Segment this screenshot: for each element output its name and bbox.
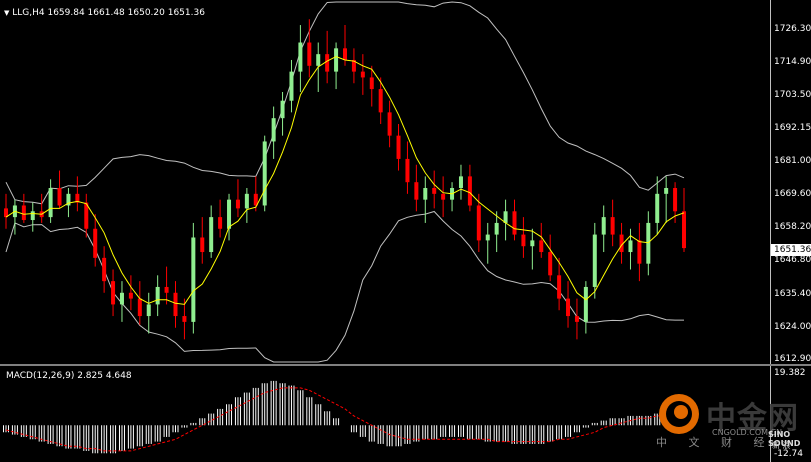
logo-icon	[659, 394, 699, 434]
candle-body	[164, 286, 169, 293]
candle-body	[378, 89, 383, 113]
price-tick-label: 1714.90	[774, 57, 811, 68]
candle-body	[111, 281, 116, 305]
price-tick-label: 1635.40	[774, 288, 811, 299]
candle-body	[628, 240, 633, 253]
price-tick-label: 1669.60	[774, 189, 811, 199]
macd-histogram	[3, 380, 687, 454]
candle-body	[316, 54, 321, 66]
price-tick-label: 1703.50	[774, 90, 811, 101]
candle-body	[583, 286, 588, 322]
candlesticks	[4, 19, 686, 340]
candle-body	[458, 176, 463, 189]
candle-body	[512, 211, 517, 235]
candle-body	[325, 54, 330, 72]
pane-separator	[0, 364, 811, 366]
macd-top-label: 19.382	[774, 368, 806, 378]
moving-average	[5, 55, 685, 305]
candle-body	[137, 298, 142, 317]
chart-window[interactable]: ▼ LLG,H4 1659.84 1661.48 1650.20 1651.36…	[0, 0, 811, 462]
candle-body	[209, 217, 214, 253]
candle-body	[467, 176, 472, 206]
candle-body	[48, 188, 53, 218]
candle-body	[119, 292, 124, 305]
candle-body	[235, 199, 240, 209]
collapse-arrow-icon[interactable]: ▼	[4, 9, 9, 17]
candle-body	[539, 240, 544, 253]
current-price-label: 1651.36	[771, 244, 811, 256]
candle-body	[432, 188, 437, 194]
candle-body	[191, 237, 196, 322]
candle-body	[637, 240, 642, 264]
price-tick-label: 1612.90	[774, 354, 811, 364]
candle-body	[128, 292, 133, 299]
candle-body	[673, 188, 678, 212]
price-tick-label: 1692.15	[774, 123, 811, 134]
candle-body	[396, 135, 401, 159]
price-tick-label: 1624.00	[774, 321, 811, 332]
watermark-sino-cn: 新 浪	[772, 441, 791, 450]
candle-body	[334, 48, 339, 72]
candle-body	[200, 237, 205, 253]
price-tick-label: 1681.00	[774, 155, 811, 166]
candle-body	[682, 211, 686, 249]
candle-body	[146, 304, 151, 317]
candle-body	[548, 252, 553, 276]
candle-body	[155, 286, 160, 305]
macd-pane-header: MACD(12,26,9) 2.825 4.648	[6, 371, 132, 381]
candle-body	[57, 188, 62, 206]
main-pane-header: ▼ LLG,H4 1659.84 1661.48 1650.20 1651.36	[4, 8, 205, 18]
candle-body	[289, 71, 294, 101]
symbol-ohlc-text: LLG,H4 1659.84 1661.48 1650.20 1651.36	[12, 8, 205, 18]
watermark: 中金网 CNGOLD.COM.CN 中 文 财 经 SINO SOUND 新 浪	[654, 390, 811, 462]
candle-body	[521, 234, 526, 247]
candle-body	[655, 193, 660, 223]
candle-body	[298, 42, 303, 72]
candle-body	[21, 205, 26, 221]
candle-body	[441, 193, 446, 200]
candle-body	[601, 217, 606, 235]
candle-body	[307, 42, 312, 66]
candle-body	[557, 275, 562, 299]
candle-body	[218, 217, 223, 229]
watermark-subtitle: 中 文 财 经	[656, 436, 774, 449]
candle-body	[664, 188, 669, 194]
price-tick-label: 1646.80	[774, 255, 811, 266]
candle-body	[30, 211, 35, 221]
candle-body	[271, 118, 276, 142]
candle-body	[476, 205, 481, 241]
candle-body	[414, 182, 419, 200]
candle-body	[173, 292, 178, 317]
candle-body	[369, 77, 374, 90]
candle-body	[343, 48, 347, 60]
candle-body	[227, 199, 232, 229]
price-tick-label: 1658.20	[774, 222, 811, 233]
candle-body	[574, 316, 579, 322]
candle-body	[566, 298, 571, 317]
candle-body	[182, 316, 187, 322]
candle-body	[610, 217, 615, 235]
candle-body	[387, 112, 392, 136]
moving-average-line	[5, 55, 685, 305]
candle-body	[244, 193, 249, 209]
candle-body	[494, 222, 499, 235]
candle-body	[280, 100, 285, 119]
candle-body	[93, 228, 98, 258]
candle-body	[262, 141, 267, 206]
candle-body	[405, 158, 410, 183]
candle-body	[592, 234, 597, 287]
candle-body	[423, 188, 428, 200]
candle-body	[530, 240, 535, 247]
macd-signal-line	[5, 387, 685, 452]
candle-body	[646, 222, 651, 264]
candle-body	[102, 257, 107, 282]
candle-body	[360, 71, 365, 78]
candle-body	[485, 234, 490, 241]
price-tick-label: 1726.30	[774, 24, 811, 34]
bollinger-lower-line	[5, 210, 684, 363]
